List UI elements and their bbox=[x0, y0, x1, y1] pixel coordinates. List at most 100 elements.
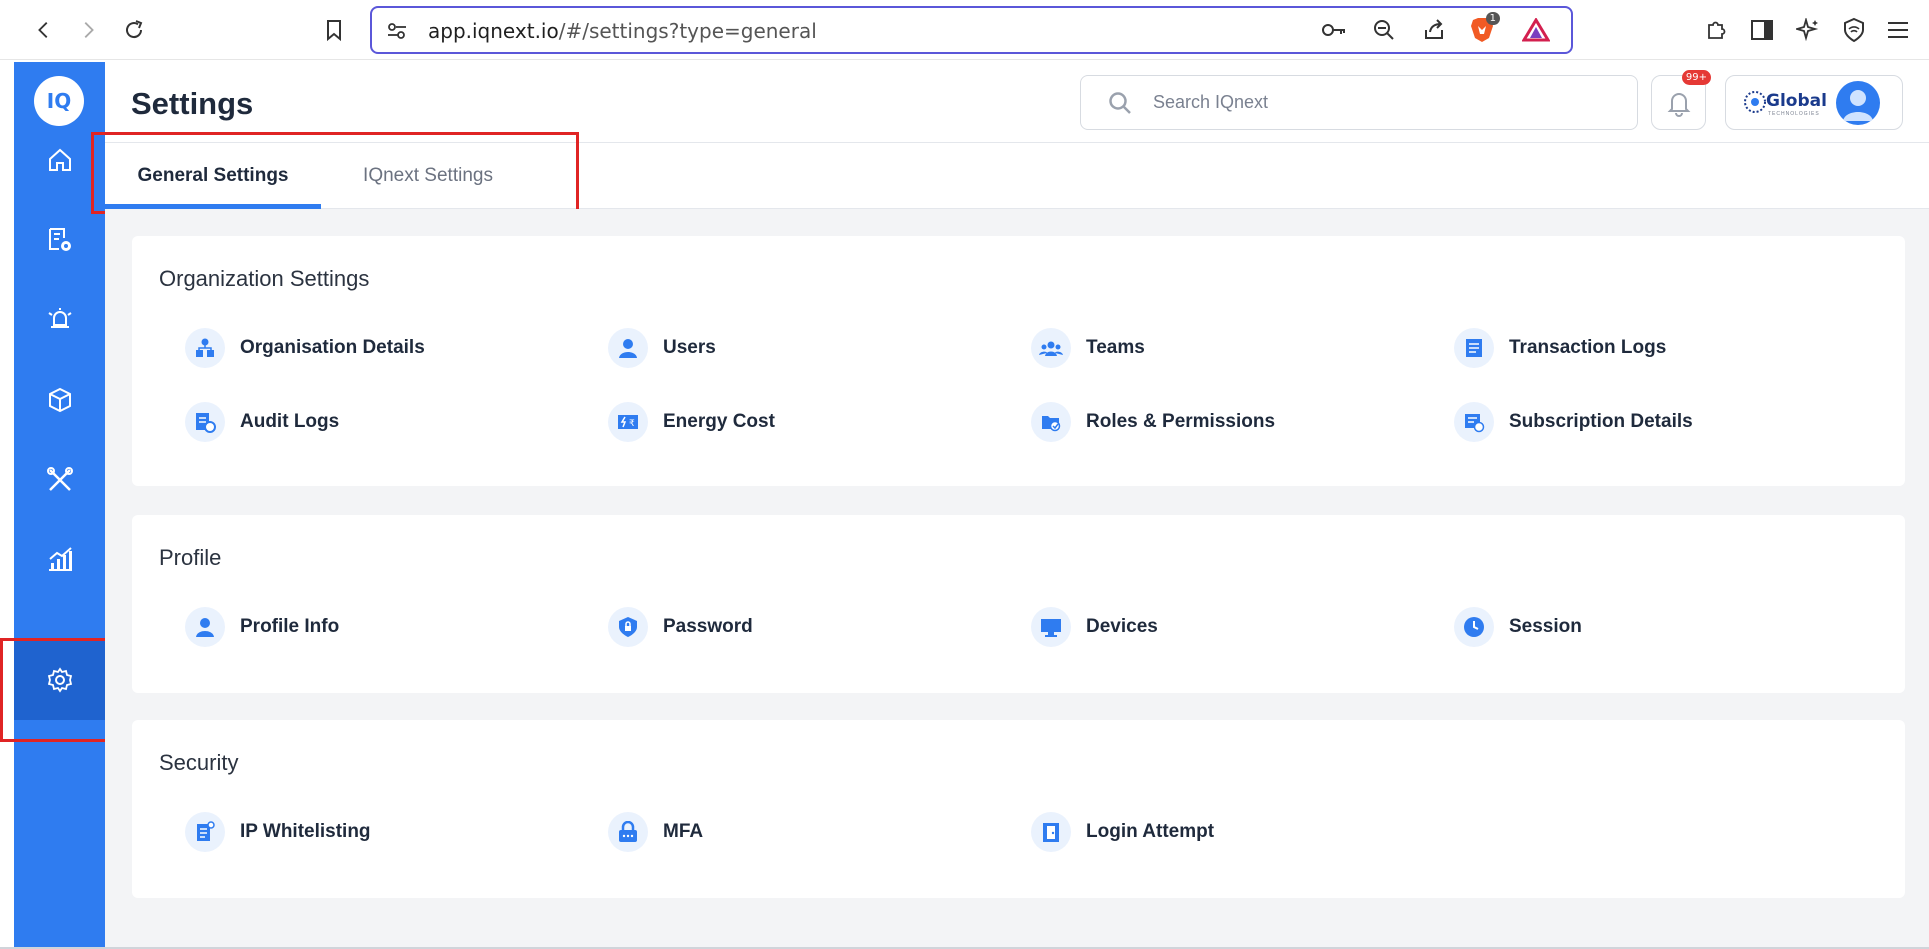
svg-text:₹: ₹ bbox=[629, 419, 635, 429]
item-label: Password bbox=[663, 616, 753, 637]
login-door-icon bbox=[1031, 812, 1071, 852]
browser-toolbar: app.iqnext.io/#/settings?type=general 1 bbox=[0, 0, 1929, 60]
org-logo-subtext: TECHNOLOGIES bbox=[1768, 111, 1820, 117]
users-link[interactable]: Users bbox=[608, 328, 716, 368]
session-link[interactable]: Session bbox=[1454, 607, 1582, 647]
energy-cost-link[interactable]: ₹ Energy Cost bbox=[608, 402, 775, 442]
brave-shields-button[interactable]: 1 bbox=[1464, 12, 1500, 48]
org-logo-text: Global bbox=[1766, 91, 1827, 111]
org-profile-button[interactable]: Global TECHNOLOGIES bbox=[1725, 75, 1903, 130]
zoom-out-icon bbox=[1374, 20, 1394, 40]
profile-info-link[interactable]: Profile Info bbox=[185, 607, 339, 647]
rewards-triangle-icon bbox=[1522, 18, 1550, 42]
energy-cost-icon: ₹ bbox=[608, 402, 648, 442]
team-icon bbox=[1031, 328, 1071, 368]
login-attempt-link[interactable]: Login Attempt bbox=[1031, 812, 1214, 852]
zoom-button[interactable] bbox=[1366, 12, 1402, 48]
item-label: MFA bbox=[663, 821, 704, 842]
url-text: app.iqnext.io/#/settings?type=general bbox=[428, 19, 817, 43]
sidebar-panel-icon bbox=[1751, 20, 1773, 40]
shields-badge: 1 bbox=[1485, 12, 1500, 25]
item-label: Profile Info bbox=[240, 616, 340, 637]
share-button[interactable] bbox=[1416, 12, 1452, 48]
transaction-logs-link[interactable]: Transaction Logs bbox=[1454, 328, 1666, 368]
password-key-button[interactable] bbox=[1316, 12, 1352, 48]
roles-permissions-link[interactable]: Roles & Permissions bbox=[1031, 402, 1275, 442]
hamburger-menu-icon bbox=[1888, 22, 1908, 38]
section-title: Security bbox=[159, 750, 239, 775]
iqnext-logo[interactable]: IQ bbox=[34, 76, 84, 126]
page-header: Settings 99+ Global TECHNOLOGIES bbox=[105, 62, 1929, 143]
tab-label: IQnext Settings bbox=[363, 165, 493, 186]
reload-button[interactable] bbox=[116, 12, 152, 48]
item-label: Organisation Details bbox=[240, 337, 425, 358]
sidebar-item-maintenance[interactable] bbox=[14, 440, 105, 520]
tab-general-settings[interactable]: General Settings bbox=[105, 143, 321, 209]
devices-link[interactable]: Devices bbox=[1031, 607, 1158, 647]
sparkle-icon bbox=[1796, 18, 1819, 42]
sidebar-item-settings[interactable] bbox=[14, 640, 105, 720]
share-icon bbox=[1425, 19, 1443, 39]
item-label: Teams bbox=[1086, 337, 1145, 358]
menu-button[interactable] bbox=[1880, 12, 1916, 48]
sidebar-item-home[interactable] bbox=[14, 120, 105, 200]
item-label: Devices bbox=[1086, 616, 1158, 637]
section-title: Organization Settings bbox=[159, 266, 370, 291]
mfa-link[interactable]: MFA bbox=[608, 812, 703, 852]
back-button[interactable] bbox=[26, 12, 62, 48]
item-label: Users bbox=[663, 337, 716, 358]
item-label: Energy Cost bbox=[663, 411, 775, 432]
roles-icon bbox=[1031, 402, 1071, 442]
extensions-button[interactable] bbox=[1698, 12, 1734, 48]
organisation-icon bbox=[185, 328, 225, 368]
organisation-details-link[interactable]: Organisation Details bbox=[185, 328, 425, 368]
url-host: app.iqnext.io bbox=[428, 19, 559, 43]
ip-whitelisting-link[interactable]: IP Whitelisting bbox=[185, 812, 371, 852]
vpn-button[interactable] bbox=[1836, 12, 1872, 48]
home-icon bbox=[48, 148, 71, 171]
teams-link[interactable]: Teams bbox=[1031, 328, 1145, 368]
reload-icon bbox=[126, 20, 143, 39]
avatar[interactable] bbox=[1836, 81, 1880, 125]
alarm-bell-icon bbox=[47, 308, 72, 328]
leo-ai-button[interactable] bbox=[1790, 12, 1826, 48]
profile-icon bbox=[185, 607, 225, 647]
item-label: IP Whitelisting bbox=[240, 821, 371, 842]
puzzle-icon bbox=[1708, 21, 1726, 39]
brave-rewards-button[interactable] bbox=[1518, 12, 1554, 48]
subscription-icon bbox=[1454, 402, 1494, 442]
password-link[interactable]: Password bbox=[608, 607, 753, 647]
page-title: Settings bbox=[131, 86, 254, 121]
ip-whitelist-icon bbox=[185, 812, 225, 852]
item-label: Login Attempt bbox=[1086, 821, 1215, 842]
audit-logs-link[interactable]: Audit Logs bbox=[185, 402, 339, 442]
subscription-details-link[interactable]: Subscription Details bbox=[1454, 402, 1693, 442]
organization-settings-card: Organization Settings Organisation Detai… bbox=[132, 236, 1905, 486]
document-gear-icon bbox=[48, 228, 71, 251]
site-settings-icon bbox=[388, 23, 406, 39]
item-label: Subscription Details bbox=[1509, 411, 1693, 432]
chart-icon bbox=[48, 547, 72, 571]
globe-logo-icon bbox=[1744, 91, 1766, 113]
key-icon bbox=[1322, 24, 1345, 36]
sidebar-item-analytics[interactable] bbox=[14, 520, 105, 600]
sidebar-item-assets[interactable] bbox=[14, 360, 105, 440]
sidebar-item-alarms[interactable] bbox=[14, 280, 105, 360]
monitor-icon bbox=[1031, 607, 1071, 647]
search-input[interactable] bbox=[1153, 76, 1613, 129]
forward-button[interactable] bbox=[70, 12, 106, 48]
bookmark-button[interactable] bbox=[316, 12, 352, 48]
sidebar-toggle-button[interactable] bbox=[1744, 12, 1780, 48]
item-label: Transaction Logs bbox=[1509, 337, 1667, 358]
address-bar[interactable]: app.iqnext.io/#/settings?type=general 1 bbox=[370, 6, 1573, 54]
lock-icon bbox=[608, 812, 648, 852]
app-sidebar: IQ bbox=[14, 62, 105, 949]
sidebar-item-config[interactable] bbox=[14, 200, 105, 280]
bell-icon bbox=[1667, 92, 1690, 117]
tab-iqnext-settings[interactable]: IQnext Settings bbox=[321, 143, 535, 209]
notifications-button[interactable]: 99+ bbox=[1651, 70, 1711, 130]
search-box[interactable] bbox=[1080, 75, 1638, 130]
search-icon bbox=[1109, 92, 1131, 114]
profile-card: Profile Profile Info Password Devices Se… bbox=[132, 515, 1905, 693]
back-icon bbox=[38, 22, 48, 38]
